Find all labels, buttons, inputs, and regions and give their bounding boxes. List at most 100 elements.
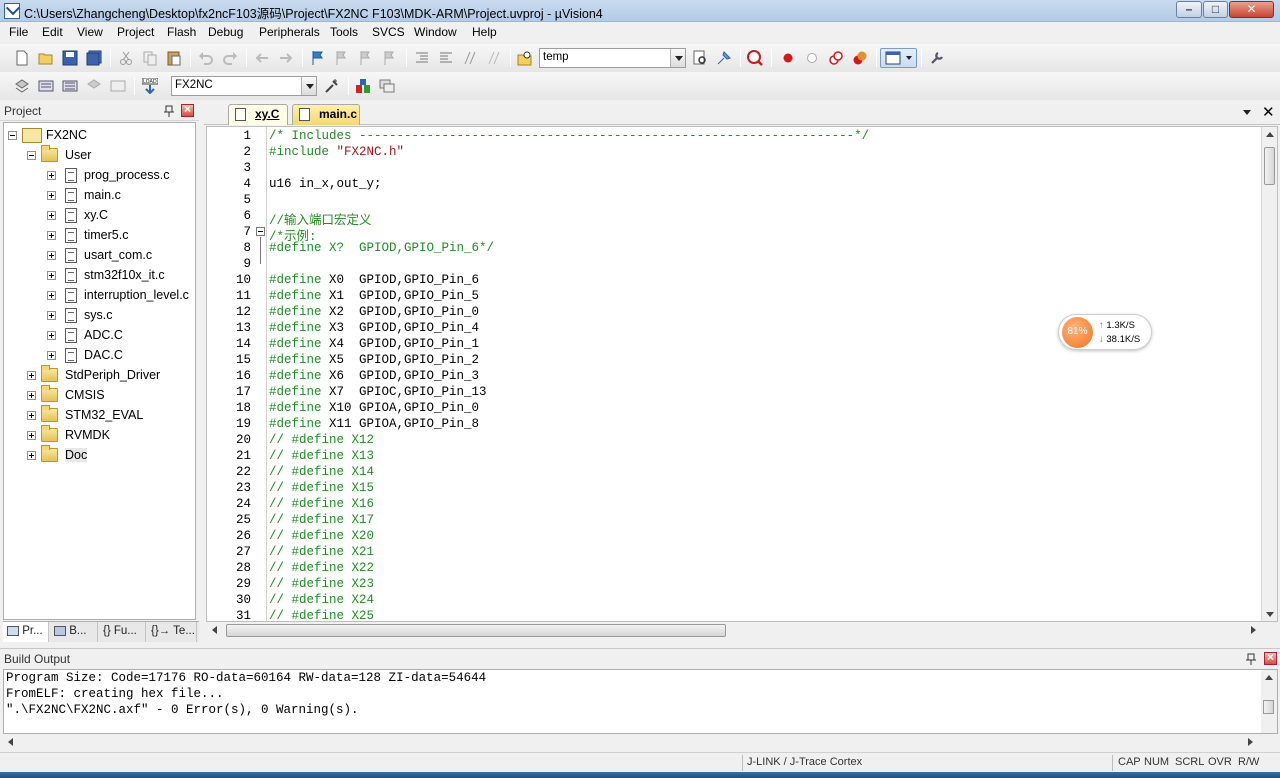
close-editor-icon[interactable]: ✕ (1262, 103, 1275, 121)
chevron-down-icon[interactable] (301, 77, 316, 95)
open-folder-icon[interactable] (38, 50, 54, 66)
menu-project[interactable]: Project (117, 25, 154, 39)
menu-flash[interactable]: Flash (167, 25, 196, 39)
target-options-icon[interactable] (324, 78, 340, 94)
expand-icon[interactable] (27, 371, 36, 380)
next-bookmark-icon[interactable] (358, 50, 374, 66)
code-line[interactable]: #define X2 GPIOD,GPIO_Pin_0 (269, 305, 479, 319)
target-combo[interactable]: FX2NC (171, 76, 317, 96)
expand-icon[interactable] (47, 211, 56, 220)
close-icon[interactable] (1264, 650, 1277, 665)
code-editor[interactable]: 1 2 3 4 5 6 7 8 9 10 11 12 13 14 15 16 17 18 19 20 21 22 23 24 2… (206, 126, 1278, 622)
code-line[interactable]: #define X7 GPIOC,GPIO_Pin_13 (269, 385, 487, 399)
collapse-icon[interactable] (8, 131, 17, 140)
chevron-down-icon[interactable] (670, 49, 685, 67)
enable-breakpoints-icon[interactable] (828, 50, 844, 66)
nav-forward-icon[interactable] (278, 50, 294, 66)
scroll-left-icon[interactable] (8, 738, 13, 746)
code-line[interactable]: #define X0 GPIOD,GPIO_Pin_6 (269, 273, 479, 287)
tab-list-chevron-icon[interactable] (1243, 110, 1251, 119)
translate-icon[interactable] (14, 78, 30, 94)
scroll-thumb[interactable] (1264, 147, 1275, 185)
breakpoint-disabled-icon[interactable] (804, 50, 820, 66)
collapse-icon[interactable] (27, 151, 36, 160)
uncomment-icon[interactable] (486, 50, 502, 66)
expand-icon[interactable] (47, 231, 56, 240)
nav-back-icon[interactable] (254, 50, 270, 66)
code-line[interactable]: #define X10 GPIOA,GPIO_Pin_0 (269, 401, 479, 415)
code-line[interactable]: // #define X21 (269, 545, 374, 559)
expand-icon[interactable] (27, 391, 36, 400)
tab-xy-c[interactable]: xy.C (228, 104, 288, 125)
pin-icon[interactable] (1246, 653, 1256, 665)
find-combo[interactable]: temp (539, 48, 686, 68)
code-line[interactable]: // #define X13 (269, 449, 374, 463)
code-line[interactable]: // #define X12 (269, 433, 374, 447)
code-line[interactable]: #define X11 GPIOA,GPIO_Pin_8 (269, 417, 479, 431)
expand-icon[interactable] (27, 431, 36, 440)
expand-icon[interactable] (27, 411, 36, 420)
tab-project[interactable]: Pr... (3, 622, 49, 642)
new-file-icon[interactable] (14, 50, 30, 66)
build-output-hscroll[interactable] (3, 734, 1259, 750)
minimize-button[interactable]: – (1176, 1, 1202, 18)
tab-templates[interactable]: {}→ Te... (147, 622, 197, 642)
clear-bookmarks-icon[interactable] (382, 50, 398, 66)
save-icon[interactable] (62, 50, 78, 66)
comment-icon[interactable] (462, 50, 478, 66)
fold-collapse-icon[interactable] (256, 227, 265, 236)
tab-main-c[interactable]: main.c (292, 104, 360, 125)
scroll-thumb[interactable] (226, 624, 726, 637)
kill-breakpoints-icon[interactable] (852, 50, 868, 66)
bookmark-icon[interactable] (310, 50, 326, 66)
menu-view[interactable]: View (77, 25, 103, 39)
expand-icon[interactable] (47, 351, 56, 360)
menu-help[interactable]: Help (472, 25, 497, 39)
scroll-down-icon[interactable] (1266, 612, 1274, 617)
indent-icon[interactable] (414, 50, 430, 66)
find-in-files-icon[interactable] (517, 50, 533, 66)
expand-icon[interactable] (27, 451, 36, 460)
code-line[interactable]: #define X1 GPIOD,GPIO_Pin_5 (269, 289, 479, 303)
close-icon[interactable] (181, 102, 194, 117)
close-window-button[interactable]: ✕ (1229, 1, 1274, 18)
build-output-text[interactable]: Program Size: Code=17176 RO-data=60164 R… (3, 669, 1278, 734)
scroll-right-icon[interactable] (1251, 626, 1256, 634)
build-output-vscroll[interactable] (1261, 670, 1277, 733)
scroll-up-icon[interactable] (1266, 132, 1274, 137)
menu-svcs[interactable]: SVCS (372, 25, 405, 39)
batch-build-icon[interactable] (86, 78, 102, 94)
code-line[interactable]: // #define X22 (269, 561, 374, 575)
menu-debug[interactable]: Debug (208, 25, 243, 39)
code-line[interactable]: // #define X17 (269, 513, 374, 527)
code-line[interactable]: u16 in_x,out_y; (269, 177, 382, 191)
code-line[interactable]: #define X3 GPIOD,GPIO_Pin_4 (269, 321, 479, 335)
code-line[interactable]: // #define X15 (269, 481, 374, 495)
cut-icon[interactable] (118, 50, 134, 66)
debug-session-icon[interactable] (747, 50, 763, 66)
menu-tools[interactable]: Tools (330, 25, 358, 39)
code-area[interactable]: /* Includes ----------------------------… (269, 127, 1261, 621)
code-line[interactable]: // #define X24 (269, 593, 374, 607)
menu-edit[interactable]: Edit (42, 25, 63, 39)
expand-icon[interactable] (47, 331, 56, 340)
code-line[interactable]: // #define X23 (269, 577, 374, 591)
stop-build-icon[interactable] (110, 78, 126, 94)
tab-books[interactable]: B... (50, 622, 98, 642)
expand-icon[interactable] (47, 191, 56, 200)
build-icon[interactable] (38, 78, 54, 94)
code-line[interactable]: #include "FX2NC.h" (269, 145, 404, 159)
scroll-up-icon[interactable] (1265, 675, 1273, 680)
scroll-right-icon[interactable] (1248, 738, 1253, 746)
configure-wrench-icon[interactable] (929, 50, 945, 66)
code-line[interactable]: #define X4 GPIOD,GPIO_Pin_1 (269, 337, 479, 351)
pin-icon[interactable] (164, 105, 174, 117)
breakpoint-icon[interactable] (780, 50, 796, 66)
select-packs-icon[interactable] (379, 78, 395, 94)
expand-icon[interactable] (47, 291, 56, 300)
scroll-left-icon[interactable] (212, 626, 217, 634)
expand-icon[interactable] (47, 271, 56, 280)
code-line[interactable]: // #define X16 (269, 497, 374, 511)
maximize-button[interactable]: □ (1203, 1, 1228, 18)
rebuild-icon[interactable] (62, 78, 78, 94)
